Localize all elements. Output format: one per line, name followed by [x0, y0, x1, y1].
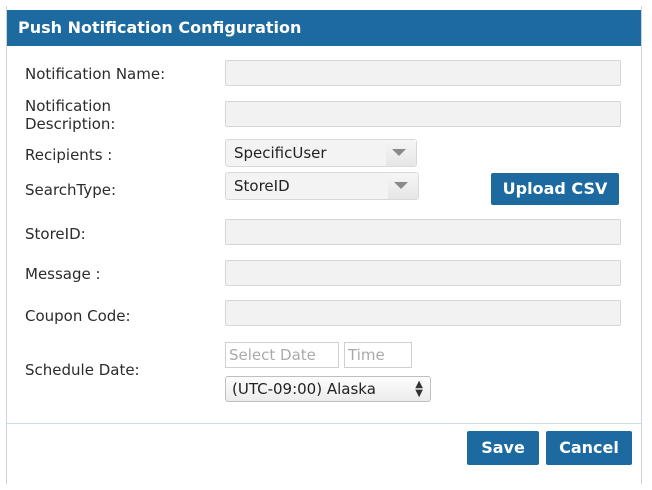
dialog-title: Push Notification Configuration — [7, 10, 641, 46]
notification-name-label: Notification Name: — [25, 65, 166, 83]
coupon-code-label: Coupon Code: — [25, 307, 131, 325]
notification-name-input[interactable] — [225, 60, 621, 86]
timezone-select[interactable]: (UTC-09:00) Alaska ▲ ▼ — [225, 376, 431, 402]
push-notification-dialog: Push Notification Configuration Notifica… — [6, 6, 642, 484]
save-button[interactable]: Save — [467, 431, 539, 465]
store-id-label: StoreID: — [25, 225, 86, 243]
select-date-input[interactable]: Select Date — [225, 342, 339, 368]
timezone-selected-value: (UTC-09:00) Alaska — [232, 380, 376, 398]
search-type-label: SearchType: — [25, 181, 117, 199]
recipients-selected-value: SpecificUser — [234, 144, 327, 162]
footer-divider — [7, 423, 641, 424]
schedule-date-label: Schedule Date: — [25, 361, 140, 379]
time-input[interactable]: Time — [344, 342, 412, 368]
store-id-input[interactable] — [225, 219, 621, 245]
updown-arrows-icon: ▲ ▼ — [415, 379, 423, 399]
coupon-code-input[interactable] — [225, 300, 621, 326]
recipients-select[interactable]: SpecificUser — [225, 139, 417, 167]
notification-description-label: Notification Description: — [25, 97, 115, 133]
recipients-label: Recipients : — [25, 146, 113, 164]
notification-description-label-line1: Notification — [25, 97, 112, 115]
message-input[interactable] — [225, 260, 621, 286]
chevron-down-icon — [394, 182, 408, 189]
cancel-button[interactable]: Cancel — [546, 431, 632, 465]
chevron-down-icon — [392, 149, 406, 156]
upload-csv-button[interactable]: Upload CSV — [491, 173, 619, 205]
notification-description-input[interactable] — [225, 101, 621, 127]
search-type-select[interactable]: StoreID — [225, 172, 419, 200]
search-type-selected-value: StoreID — [234, 177, 290, 195]
notification-description-label-line2: Description: — [25, 115, 116, 133]
message-label: Message : — [25, 265, 101, 283]
